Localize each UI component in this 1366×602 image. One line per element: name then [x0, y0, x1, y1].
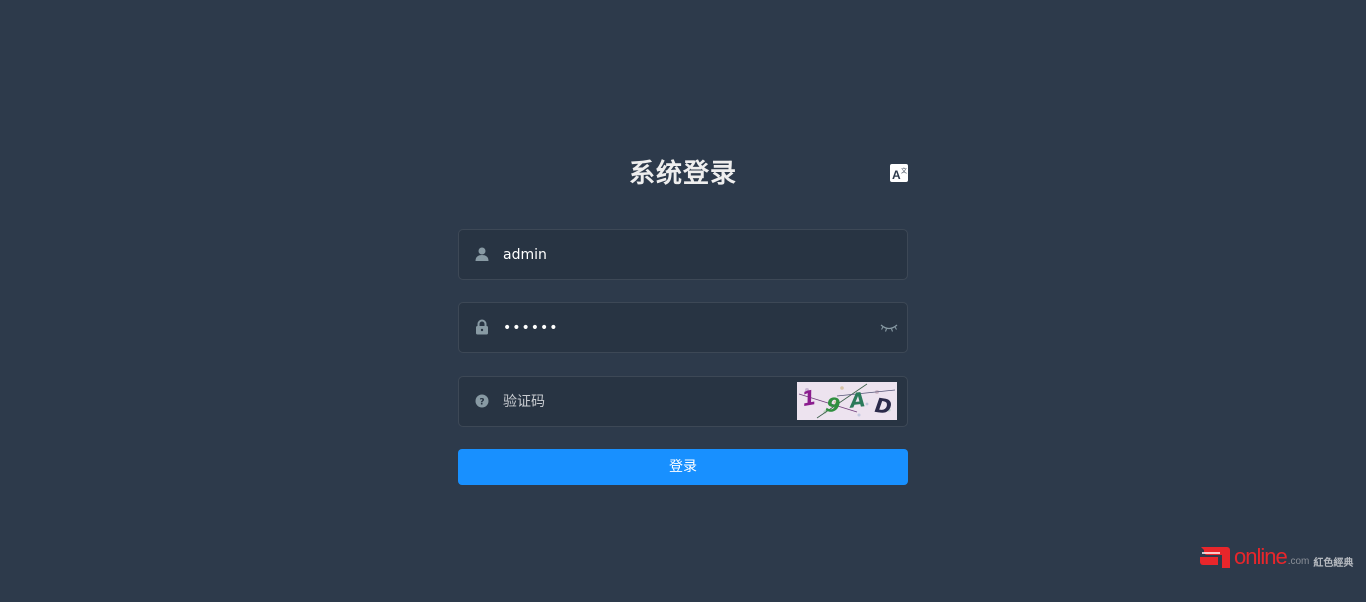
captcha-char: 1: [800, 384, 818, 412]
watermark-cn: 紅色經典: [1313, 557, 1354, 569]
captcha-char: D: [873, 392, 894, 420]
login-button[interactable]: 登录: [458, 449, 908, 485]
password-field-wrapper: [458, 302, 908, 353]
translate-icon: A 文: [890, 164, 908, 182]
brand-logo-icon: [1198, 543, 1234, 571]
eye-closed-icon: [880, 320, 898, 334]
captcha-field-wrapper: ? 1 9 A D: [458, 376, 908, 427]
login-page: 系统登录 A 文 admin ? 验证码 1 9 A D 登录 online .…: [0, 0, 1366, 602]
password-input[interactable]: [503, 303, 863, 352]
svg-text:文: 文: [901, 167, 907, 175]
lock-icon: [474, 319, 490, 335]
username-input[interactable]: [503, 230, 863, 279]
svg-text:?: ?: [479, 398, 484, 408]
watermark: online .com 紅色經典: [1198, 542, 1353, 572]
captcha-characters: 1 9 A D: [797, 382, 897, 420]
svg-text:A: A: [892, 168, 901, 182]
show-password-toggle[interactable]: [880, 320, 898, 334]
watermark-suffix: .com: [1287, 555, 1310, 567]
language-switch-button[interactable]: A 文: [890, 164, 908, 182]
watermark-brand: online: [1234, 544, 1288, 569]
captcha-char: A: [848, 387, 867, 413]
captcha-char: 9: [823, 391, 843, 419]
username-field-wrapper: [458, 229, 908, 280]
question-circle-icon: ?: [474, 393, 490, 409]
page-title: 系统登录: [628, 159, 737, 189]
captcha-image[interactable]: 1 9 A D: [797, 382, 897, 420]
user-icon: [474, 246, 490, 262]
